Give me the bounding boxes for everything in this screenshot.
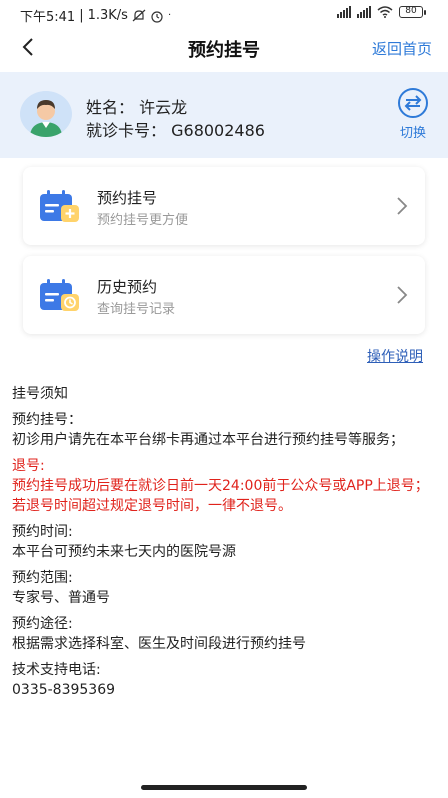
channel-section-text: 根据需求选择科室、医生及时间段进行预约挂号 — [12, 636, 306, 652]
booking-title: 预约挂号 — [97, 189, 158, 207]
scope-section-text: 专家号、普通号 — [12, 590, 110, 606]
status-time: 下午5:41 — [20, 10, 76, 25]
calendar-clock-icon — [40, 279, 79, 311]
time-section-text: 本平台可预约未来七天内的医院号源 — [12, 544, 236, 560]
switch-icon — [398, 88, 428, 118]
user-name-row: 姓名： 许云龙 — [86, 94, 187, 118]
user-name-value: 许云龙 — [139, 98, 188, 117]
booking-subtitle: 预约挂号更方便 — [97, 213, 189, 228]
history-menu-card[interactable]: 历史预约 查询挂号记录 — [23, 256, 425, 334]
notice-heading: 挂号须知 — [12, 386, 68, 402]
mute-icon — [132, 9, 146, 21]
notification-dot-icon: · — [167, 10, 172, 21]
booking-section-title: 预约挂号： — [12, 412, 82, 428]
history-title: 历史预约 — [97, 278, 158, 296]
booking-notice: 挂号须知 预约挂号： 初诊用户请先在本平台绑卡再通过本平台进行预约挂号等服务； … — [12, 384, 436, 700]
status-right: 80 — [337, 6, 426, 18]
switch-patient-button[interactable]: 切换 — [396, 88, 430, 144]
history-subtitle: 查询挂号记录 — [97, 302, 176, 317]
user-name-label: 姓名： — [86, 98, 135, 117]
support-phone: 0335-8395369 — [12, 682, 116, 698]
return-home-link[interactable]: 返回首页 — [372, 38, 432, 59]
cancel-section-title: 退号: — [12, 458, 45, 474]
network-speed: 1.3K/s — [87, 8, 128, 23]
chevron-right-icon — [397, 197, 408, 215]
cancel-section-text: 预约挂号成功后要在就诊日前一天24:00前于公众号或APP上退号；若退号时间超过… — [12, 478, 429, 514]
scope-section-title: 预约范围: — [12, 570, 73, 586]
card-number-label: 就诊卡号： — [86, 121, 167, 140]
calendar-add-icon — [40, 190, 79, 222]
booking-menu-card[interactable]: 预约挂号 预约挂号更方便 — [23, 167, 425, 245]
status-left: 下午5:41 | 1.3K/s · — [20, 8, 172, 25]
home-indicator[interactable] — [141, 785, 307, 790]
nav-bar: 预约挂号 返回首页 — [0, 28, 448, 68]
operation-guide-link[interactable]: 操作说明 — [367, 346, 423, 366]
cell-signal-2-icon — [357, 6, 371, 18]
alarm-icon — [151, 10, 163, 23]
avatar — [20, 91, 72, 137]
time-section-title: 预约时间: — [12, 524, 73, 540]
card-number-row: 就诊卡号： G68002486 — [86, 117, 265, 141]
channel-section-title: 预约途径: — [12, 616, 73, 632]
card-number-value: G68002486 — [171, 121, 265, 140]
switch-label: 切换 — [399, 126, 426, 141]
wifi-icon — [377, 6, 393, 18]
battery-icon: 80 — [399, 6, 426, 18]
cell-signal-icon — [337, 6, 351, 18]
status-bar: 下午5:41 | 1.3K/s · 80 — [0, 0, 448, 28]
user-info-panel: 姓名： 许云龙 就诊卡号： G68002486 切换 — [0, 72, 448, 158]
user-avatar-icon — [23, 91, 69, 137]
booking-section-text: 初诊用户请先在本平台绑卡再通过本平台进行预约挂号等服务； — [12, 432, 404, 448]
support-section-title: 技术支持电话: — [12, 662, 101, 678]
chevron-right-icon — [397, 286, 408, 304]
